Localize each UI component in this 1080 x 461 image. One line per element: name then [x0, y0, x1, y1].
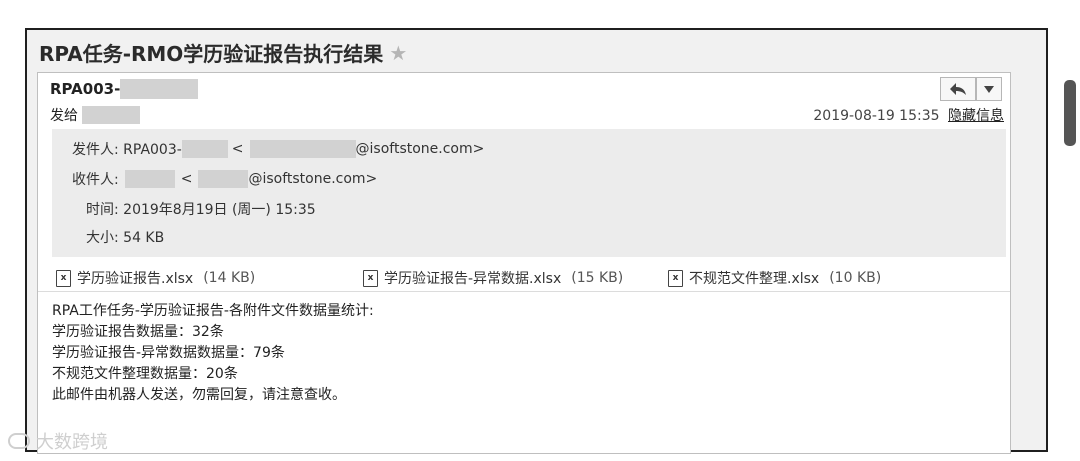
- to-label: 收件人:: [72, 172, 119, 188]
- subject-text: RPA003-: [50, 80, 121, 98]
- more-dropdown-button[interactable]: [976, 77, 1002, 101]
- date-text: 2019-08-19 15:35: [813, 108, 940, 124]
- size-row: 大小: 54 KB: [86, 230, 165, 246]
- reply-icon: [950, 83, 966, 95]
- attachment-size: (14 KB): [203, 270, 256, 286]
- mail-window: RPA任务-RMO学历验证报告执行结果 ★ RPA003- 发给 2019-08…: [25, 28, 1076, 454]
- attachment-item[interactable]: x 学历验证报告.xlsx (14 KB): [56, 268, 255, 288]
- attachment-name: 学历验证报告.xlsx: [77, 271, 194, 287]
- message-datetime: 2019-08-19 15:35 隐藏信息: [813, 105, 1004, 125]
- hide-info-link[interactable]: 隐藏信息: [948, 108, 1004, 124]
- to-row: 收件人: < @isoftstone.com>: [72, 169, 377, 189]
- scrollbar[interactable]: [1064, 80, 1076, 146]
- body-line: 学历验证报告数据量：32条: [52, 324, 224, 340]
- excel-file-icon: x: [56, 269, 71, 287]
- attachment-name: 学历验证报告-异常数据.xlsx: [384, 271, 562, 287]
- attachment-size: (10 KB): [829, 270, 882, 286]
- from-lt: <: [231, 141, 244, 157]
- message-subject: RPA003-: [50, 79, 199, 99]
- redacted-block: [249, 140, 356, 158]
- attachments-bar: x 学历验证报告.xlsx (14 KB) x 学历验证报告-异常数据.xlsx…: [38, 261, 1010, 292]
- excel-file-icon: x: [363, 269, 378, 287]
- action-buttons: [940, 77, 1002, 101]
- send-to-label: 发给: [50, 108, 78, 124]
- attachment-item[interactable]: x 学历验证报告-异常数据.xlsx (15 KB): [363, 268, 623, 288]
- details-panel: 发件人: RPA003- < @isoftstone.com> 收件人: < @…: [52, 129, 1006, 257]
- body-line: RPA工作任务-学历验证报告-各附件文件数据量统计:: [52, 303, 374, 319]
- from-row: 发件人: RPA003- < @isoftstone.com>: [72, 139, 484, 159]
- redacted-block: [82, 106, 140, 124]
- window-title-row: RPA任务-RMO学历验证报告执行结果 ★: [39, 38, 407, 67]
- redacted-block: [198, 170, 249, 188]
- star-icon[interactable]: ★: [389, 41, 407, 65]
- message-body: RPA工作任务-学历验证报告-各附件文件数据量统计: 学历验证报告数据量：32条…: [52, 301, 374, 406]
- to-lt: <: [180, 171, 193, 187]
- mail-title: RPA任务-RMO学历验证报告执行结果: [39, 42, 384, 66]
- message-card: RPA003- 发给 2019-08-19 15:35 隐藏信息 发件人: RP…: [37, 72, 1011, 454]
- body-line: 不规范文件整理数据量：20条: [52, 366, 238, 382]
- redacted-block: [120, 79, 199, 99]
- body-line: 此邮件由机器人发送，勿需回复，请注意查收。: [52, 387, 346, 403]
- reply-button[interactable]: [940, 77, 976, 101]
- attachment-size: (15 KB): [571, 270, 624, 286]
- redacted-block: [124, 170, 175, 188]
- time-row: 时间: 2019年8月19日 (周一) 15:35: [86, 202, 316, 218]
- excel-file-icon: x: [668, 269, 683, 287]
- watermark-logo-icon: [8, 433, 30, 449]
- redacted-block: [181, 140, 228, 158]
- to-domain: @isoftstone.com>: [248, 171, 378, 187]
- watermark: 大数跨境: [8, 428, 108, 454]
- from-domain: @isoftstone.com>: [355, 141, 485, 157]
- body-line: 学历验证报告-异常数据数据量：79条: [52, 345, 285, 361]
- message-header: RPA003- 发给 2019-08-19 15:35 隐藏信息: [38, 73, 1010, 129]
- watermark-text: 大数跨境: [36, 432, 108, 453]
- send-to-row: 发给: [50, 105, 140, 125]
- attachment-item[interactable]: x 不规范文件整理.xlsx (10 KB): [668, 268, 881, 288]
- attachment-name: 不规范文件整理.xlsx: [689, 271, 820, 287]
- chevron-down-icon: [984, 86, 994, 93]
- from-label: 发件人: RPA003-: [72, 142, 182, 158]
